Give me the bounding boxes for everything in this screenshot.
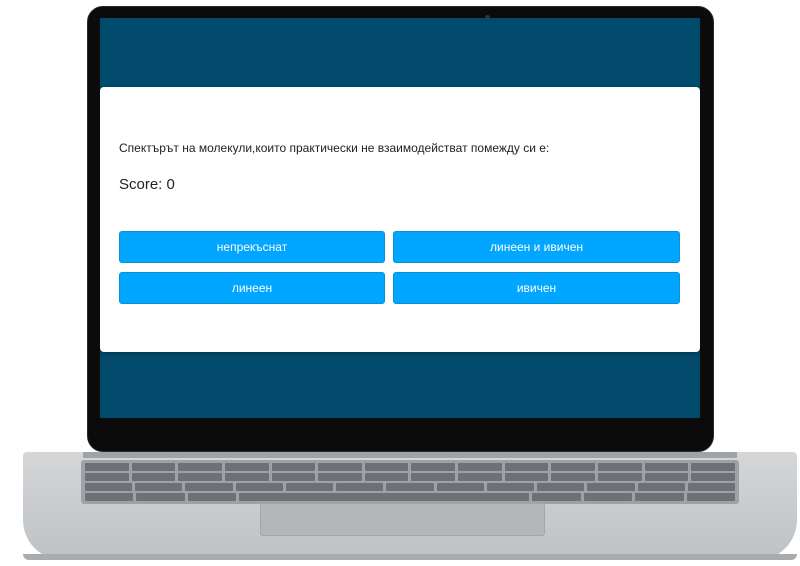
quiz-card: Спектърът на молекули,които практически … xyxy=(100,87,700,352)
question-text: Спектърът на молекули,които практически … xyxy=(119,141,550,155)
answer-button-3[interactable]: линеен xyxy=(119,272,385,304)
answer-button-4[interactable]: ивичен xyxy=(393,272,680,304)
key-row-4 xyxy=(85,493,736,501)
touchpad xyxy=(260,503,545,536)
keyboard-deck xyxy=(23,452,797,560)
screen: Спектърът на молекули,които практически … xyxy=(100,18,700,418)
keyboard xyxy=(81,460,739,504)
key-row-3 xyxy=(85,483,736,491)
key-row-1 xyxy=(85,463,735,471)
hinge xyxy=(83,452,737,458)
laptop-front-edge xyxy=(23,554,797,560)
laptop-base xyxy=(23,452,797,564)
answer-button-2[interactable]: линеен и ивичен xyxy=(393,231,680,263)
key-row-2 xyxy=(85,473,735,481)
score-label: Score: 0 xyxy=(119,176,175,193)
answer-button-1[interactable]: непрекъснат xyxy=(119,231,385,263)
